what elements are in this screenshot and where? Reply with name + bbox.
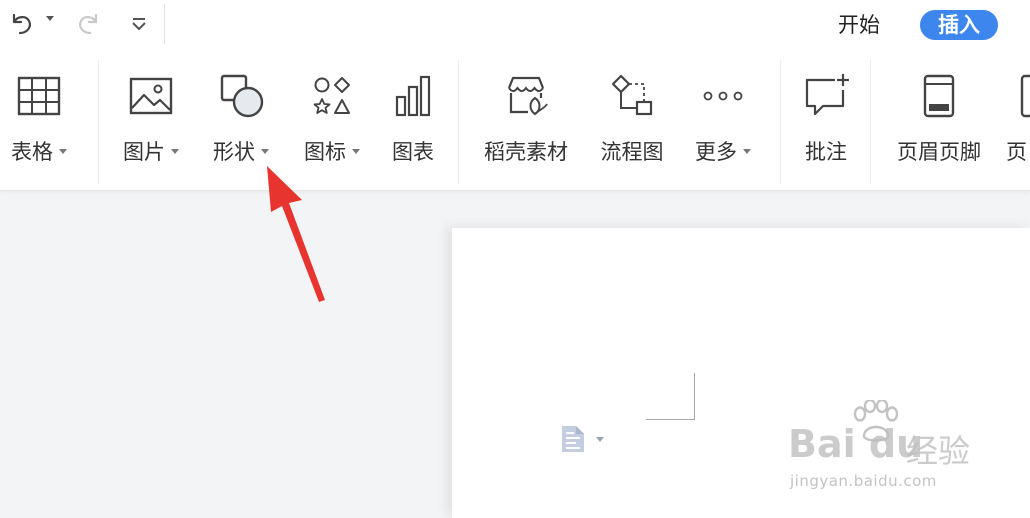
chart-button[interactable]: 图表 [384,70,442,190]
page-label: 页 [1006,140,1027,164]
red-arrow-annotation [267,166,325,302]
table-label: 表格 [11,140,53,164]
title-bar: 开始 插入 [0,0,1030,50]
insert-ribbon: 表格 图片 形状 图标 图表 稻壳素材 流程图 更多 批注 页眉页脚 页 [0,50,1030,191]
redo-icon [79,13,98,35]
picture-icon [129,77,173,115]
chevron-down-icon [261,148,269,154]
watermark: Bai du 经验 jingyan.baidu.com [788,400,988,500]
watermark-url: jingyan.baidu.com [790,472,937,490]
paste-options-button[interactable] [560,424,604,454]
undo-button[interactable] [6,8,36,38]
divider [780,60,781,184]
page-button[interactable]: 页 [1006,70,1030,190]
undo-dropdown-button[interactable] [40,16,54,21]
table-button[interactable]: 表格 [4,70,74,190]
flowchart-label: 流程图 [600,140,664,164]
picture-label: 图片 [123,140,165,164]
comment-button[interactable]: 批注 [796,70,856,190]
more-label: 更多 [695,140,737,164]
chevron-down-icon [596,436,604,442]
shape-label: 形状 [213,140,255,164]
header-footer-label: 页眉页脚 [897,140,981,164]
shape-icon [220,74,264,118]
chart-label: 图表 [392,140,434,164]
divider [164,4,165,44]
chevron-down-icon [171,148,179,154]
watermark-logo: Bai du [788,422,924,466]
picture-button[interactable]: 图片 [114,70,188,190]
more-icon [703,91,743,101]
flowchart-icon [611,74,653,116]
table-icon [17,76,61,116]
docer-material-icon [507,76,548,116]
comment-icon [805,74,849,116]
customize-icon [132,18,146,30]
comment-label: 批注 [805,140,847,164]
page-icon [1020,74,1030,118]
document-icon [562,426,584,452]
divider [98,60,99,184]
chevron-down-icon [46,16,54,21]
undo-icon [12,13,31,35]
watermark-brand: 经验 [906,432,971,470]
redo-button[interactable] [74,8,104,38]
chevron-down-icon [59,148,67,154]
icon-library-icon [313,77,350,114]
flowchart-button[interactable]: 流程图 [594,70,670,190]
tab-start[interactable]: 开始 [838,10,880,40]
docer-material-button[interactable]: 稻壳素材 [474,70,578,190]
margin-corner-mark [646,373,695,420]
docer-material-label: 稻壳素材 [484,140,568,164]
header-footer-button[interactable]: 页眉页脚 [886,70,992,190]
chart-icon [395,75,431,117]
divider [458,60,459,184]
chevron-down-icon [352,148,360,154]
tab-insert[interactable]: 插入 [920,10,998,40]
header-footer-icon [923,74,955,118]
customize-quick-access-button[interactable] [126,11,152,37]
more-button[interactable]: 更多 [686,70,760,190]
divider [870,60,871,184]
chevron-down-icon [743,148,751,154]
